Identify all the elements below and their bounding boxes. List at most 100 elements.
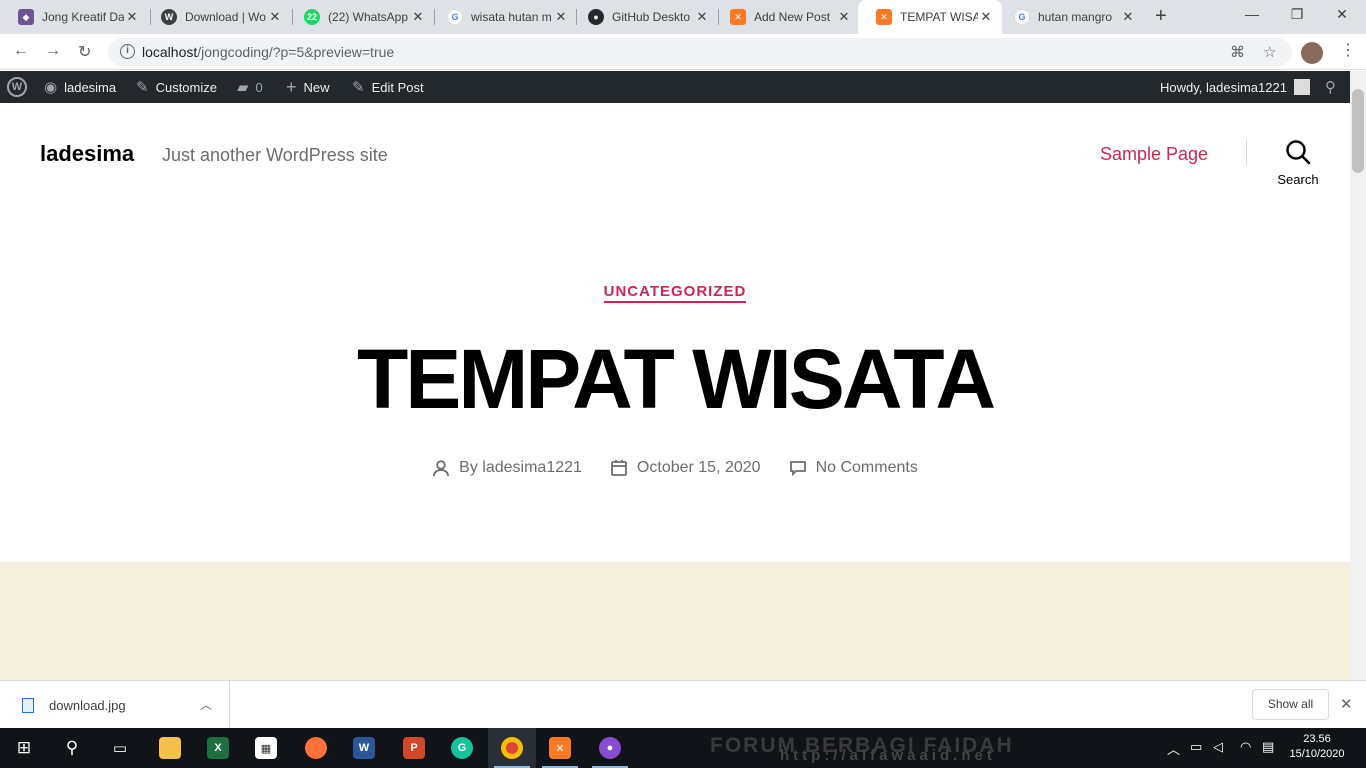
download-item[interactable]: download.jpg ︿ bbox=[0, 681, 230, 729]
powerpoint-icon: P bbox=[403, 737, 425, 759]
customize-link[interactable]: ✎ Customize bbox=[136, 71, 217, 103]
brush-icon: ✎ bbox=[136, 79, 149, 96]
tab-7-active[interactable]: ✕ TEMPAT WISAT ✕ bbox=[858, 0, 1002, 34]
wordpress-icon: W bbox=[161, 9, 177, 25]
show-all-button[interactable]: Show all bbox=[1252, 689, 1329, 720]
windows-logo-icon: ⊞ bbox=[16, 738, 32, 757]
page-scrollbar[interactable] bbox=[1350, 71, 1366, 680]
post-category: UNCATEGORIZED bbox=[0, 283, 1350, 303]
taskbar-grammarly[interactable]: G bbox=[438, 728, 486, 768]
search-toggle-button[interactable]: Search bbox=[1270, 139, 1326, 187]
date-link[interactable]: October 15, 2020 bbox=[637, 459, 761, 477]
admin-search-icon[interactable]: ⚲ bbox=[1325, 71, 1336, 103]
site-title[interactable]: ladesima bbox=[40, 141, 134, 167]
post-author: By ladesima1221 bbox=[432, 459, 582, 477]
tab-close-icon[interactable]: ✕ bbox=[978, 9, 994, 25]
new-content-link[interactable]: + New bbox=[286, 71, 330, 103]
tab-title: Download | Wo bbox=[185, 10, 266, 24]
tab-close-icon[interactable]: ✕ bbox=[410, 9, 426, 25]
taskbar-powerpoint[interactable]: P bbox=[390, 728, 438, 768]
download-filename: download.jpg bbox=[49, 697, 126, 713]
wp-logo-button[interactable]: W bbox=[7, 71, 27, 103]
close-window-icon[interactable]: ✕ bbox=[1322, 6, 1362, 23]
category-link[interactable]: UNCATEGORIZED bbox=[603, 283, 747, 303]
restore-icon[interactable]: ❐ bbox=[1277, 6, 1317, 23]
taskbar-github-desktop[interactable]: ● bbox=[586, 728, 634, 768]
site-info-icon[interactable]: i bbox=[120, 44, 135, 59]
tab-close-icon[interactable]: ✕ bbox=[694, 9, 710, 25]
task-view-button[interactable]: ▭ bbox=[96, 728, 144, 768]
tab-1[interactable]: ◆ Jong Kreatif Da ✕ bbox=[0, 0, 148, 34]
author-link[interactable]: By ladesima1221 bbox=[459, 459, 582, 477]
tab-3[interactable]: 22 (22) WhatsApp ✕ bbox=[286, 0, 434, 34]
tab-2[interactable]: W Download | Wo ✕ bbox=[143, 0, 291, 34]
profile-avatar[interactable] bbox=[1301, 42, 1323, 64]
taskbar-store[interactable]: ▦ bbox=[242, 728, 290, 768]
menu-item-sample-page[interactable]: Sample Page bbox=[1100, 144, 1208, 165]
folder-icon bbox=[159, 737, 181, 759]
taskbar-search-button[interactable]: ⚲ bbox=[48, 728, 96, 768]
forward-icon[interactable]: → bbox=[45, 42, 61, 60]
grammarly-icon: G bbox=[451, 737, 473, 759]
taskbar-word[interactable]: W bbox=[340, 728, 388, 768]
url-text[interactable]: localhost/jongcoding/?p=5&preview=true bbox=[142, 44, 394, 60]
address-bar[interactable]: i localhost/jongcoding/?p=5&preview=true… bbox=[108, 38, 1292, 66]
taskbar-chrome[interactable] bbox=[488, 728, 536, 768]
search-label: Search bbox=[1277, 172, 1319, 187]
translate-icon[interactable]: ⌘ bbox=[1230, 43, 1245, 61]
search-icon: ⚲ bbox=[65, 738, 79, 757]
tab-close-icon[interactable]: ✕ bbox=[836, 9, 852, 25]
bookmark-star-icon[interactable]: ☆ bbox=[1263, 43, 1276, 61]
start-button[interactable]: ⊞ bbox=[0, 728, 48, 768]
browser-tab-strip: ◆ Jong Kreatif Da ✕ W Download | Wo ✕ 22… bbox=[0, 0, 1366, 34]
notifications-icon[interactable]: ▤ bbox=[1262, 739, 1274, 755]
scrollbar-thumb[interactable] bbox=[1352, 89, 1364, 173]
taskbar-firefox[interactable] bbox=[292, 728, 340, 768]
wifi-icon[interactable]: ◠ bbox=[1240, 739, 1251, 755]
tab-title: Jong Kreatif Da bbox=[42, 10, 124, 24]
account-menu[interactable]: Howdy, ladesima1221 bbox=[1160, 71, 1310, 103]
browser-toolbar: ← → ↻ i localhost/jongcoding/?p=5&previe… bbox=[0, 34, 1366, 70]
tab-title: TEMPAT WISAT bbox=[900, 10, 978, 24]
taskbar-explorer[interactable] bbox=[146, 728, 194, 768]
tray-chevron-icon[interactable]: ︿ bbox=[1167, 739, 1180, 758]
new-tab-button[interactable]: + bbox=[1155, 5, 1167, 28]
tab-8[interactable]: G hutan mangro ✕ bbox=[996, 0, 1144, 34]
taskbar-xampp[interactable]: ✕ bbox=[536, 728, 584, 768]
clock-time: 23.56 bbox=[1303, 733, 1331, 745]
clock-date: 15/10/2020 bbox=[1289, 748, 1345, 760]
github-icon: ● bbox=[588, 9, 604, 25]
reload-icon[interactable]: ↻ bbox=[78, 42, 91, 62]
tab-4[interactable]: G wisata hutan m ✕ bbox=[429, 0, 577, 34]
edit-post-link[interactable]: ✎ Edit Post bbox=[352, 71, 424, 103]
back-icon[interactable]: ← bbox=[13, 42, 29, 60]
volume-icon[interactable]: ◁ bbox=[1213, 739, 1223, 755]
system-clock[interactable]: 23.56 15/10/2020 bbox=[1287, 732, 1347, 762]
tab-close-icon[interactable]: ✕ bbox=[1120, 9, 1136, 25]
battery-icon[interactable]: ▭ bbox=[1190, 739, 1202, 755]
store-icon: ▦ bbox=[255, 737, 277, 759]
post-date: October 15, 2020 bbox=[610, 459, 761, 477]
minimize-icon[interactable]: — bbox=[1232, 6, 1272, 22]
chrome-icon bbox=[501, 737, 523, 759]
tab-close-icon[interactable]: ✕ bbox=[124, 9, 140, 25]
site-name-link[interactable]: ◉ ladesima bbox=[44, 71, 116, 103]
comments-link[interactable]: ▰ 0 bbox=[237, 71, 263, 103]
search-icon bbox=[1286, 140, 1311, 165]
close-shelf-icon[interactable]: ✕ bbox=[1340, 695, 1353, 713]
taskbar-excel[interactable]: X bbox=[194, 728, 242, 768]
menu-kebab-icon[interactable]: ⋮ bbox=[1340, 40, 1356, 60]
post-comments: No Comments bbox=[789, 459, 918, 477]
tab-6[interactable]: ✕ Add New Post ✕ bbox=[712, 0, 860, 34]
chevron-up-icon[interactable]: ︿ bbox=[200, 696, 212, 713]
header-divider bbox=[1246, 140, 1247, 166]
tab-close-icon[interactable]: ✕ bbox=[267, 9, 283, 25]
firefox-icon bbox=[305, 737, 327, 759]
download-shelf: download.jpg ︿ Show all ✕ bbox=[0, 680, 1366, 729]
post-title: TEMPAT WISATA bbox=[357, 332, 996, 426]
comments-link[interactable]: No Comments bbox=[816, 459, 918, 477]
github-desktop-icon: ● bbox=[599, 737, 621, 759]
tab-5[interactable]: ● GitHub Deskto ✕ bbox=[570, 0, 718, 34]
tab-close-icon[interactable]: ✕ bbox=[553, 9, 569, 25]
site-tagline: Just another WordPress site bbox=[162, 145, 388, 165]
